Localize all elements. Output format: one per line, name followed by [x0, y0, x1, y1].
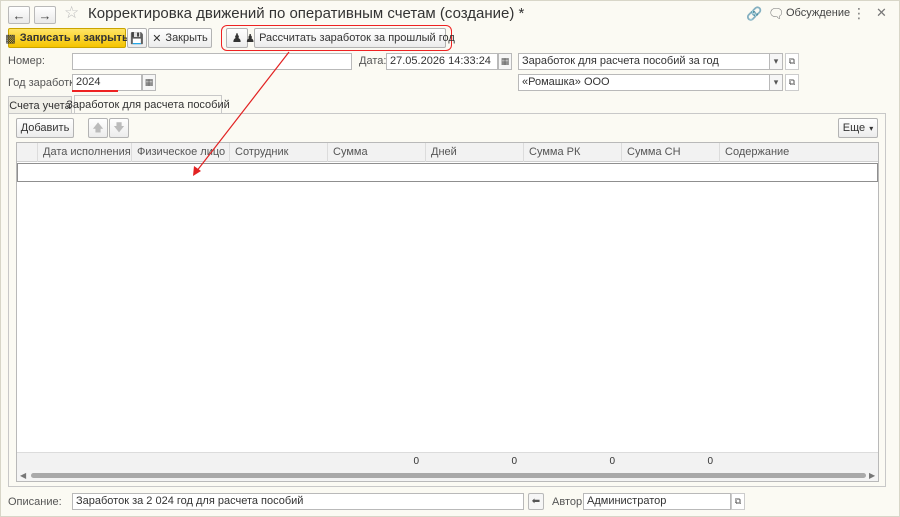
arrow-up-icon: 🡅 — [92, 121, 104, 134]
circle-arrow-left-icon: ⬅ — [531, 496, 541, 507]
move-down-button[interactable]: 🡇 — [109, 118, 129, 138]
scroll-thumb[interactable] — [31, 473, 866, 478]
year-picker-button[interactable]: ▦ — [142, 74, 156, 91]
person-icon: ♟ — [231, 31, 243, 45]
author-label: Автор: — [552, 496, 586, 508]
year-field[interactable]: 2024 — [72, 74, 142, 91]
close-window-icon[interactable]: ✕ — [876, 5, 887, 21]
page-title: Корректировка движений по оперативным сч… — [88, 5, 525, 22]
close-x-icon: ✕ — [152, 32, 162, 45]
calc-earnings-button[interactable]: ♟ Рассчитать заработок за прошлый год — [245, 28, 455, 48]
date-label: Дата: — [359, 55, 387, 67]
column-header[interactable]: Дней — [425, 143, 523, 162]
number-label: Номер: — [8, 55, 45, 67]
save-and-close-button[interactable]: ▩ Записать и закрыть — [5, 28, 129, 48]
column-header[interactable]: Сумма СН — [621, 143, 719, 162]
column-header[interactable]: Сумма РК — [523, 143, 621, 162]
earnings-table: Дата исполнения Физическое лицо Сотрудни… — [16, 142, 879, 482]
total-sum-sn: 0 — [707, 456, 713, 467]
forward-button[interactable]: → — [34, 6, 56, 24]
column-header[interactable]: Дата исполнения — [37, 143, 132, 162]
description-history-button[interactable]: ⬅ — [528, 493, 544, 510]
tab-accounts[interactable]: Счета учета — [8, 96, 72, 114]
year-underline-annotation — [72, 90, 118, 92]
arrow-down-icon: 🡇 — [113, 121, 125, 134]
favorite-star-icon[interactable]: ☆ — [64, 3, 79, 23]
column-header[interactable]: Содержание — [719, 143, 878, 162]
back-button[interactable]: ← — [8, 6, 30, 24]
more-button[interactable]: Еще ▾ — [838, 118, 878, 138]
horizontal-scrollbar[interactable]: ◀ ▶ — [17, 470, 878, 481]
table-totals: 0 0 0 0 — [17, 452, 878, 470]
table-row[interactable] — [17, 163, 878, 182]
calendar-icon: ▦ — [144, 77, 154, 87]
total-sum-rk: 0 — [609, 456, 615, 467]
tab-earnings[interactable]: Заработок для расчета пособий — [66, 95, 230, 114]
open-window-icon: ⧉ — [734, 496, 742, 506]
more-label: Еще — [842, 122, 866, 134]
author-open-button[interactable]: ⧉ — [731, 493, 745, 510]
close-label: Закрыть — [165, 32, 208, 44]
date-picker-button[interactable]: ▦ — [498, 53, 512, 70]
chevron-down-icon: ▾ — [869, 123, 874, 133]
operation-type-open-button[interactable]: ⧉ — [785, 53, 799, 70]
save-button[interactable]: 💾 — [127, 28, 147, 48]
arrow-left-icon: ← — [12, 7, 26, 23]
description-label: Описание: — [8, 496, 62, 508]
column-header[interactable]: Сумма — [327, 143, 425, 162]
operation-type-dropdown[interactable]: ▾ — [769, 53, 783, 70]
scroll-left-icon[interactable]: ◀ — [20, 470, 26, 481]
open-window-icon: ⧉ — [788, 56, 796, 66]
link-icon[interactable]: 🔗 — [746, 6, 762, 22]
discuss-icon[interactable]: 🗨 — [768, 6, 785, 22]
operation-type-select[interactable]: Заработок для расчета пособий за год — [518, 53, 770, 70]
total-sum: 0 — [413, 456, 419, 467]
number-field[interactable] — [72, 53, 352, 70]
chevron-down-icon: ▾ — [773, 77, 779, 87]
calc-earnings-label: Рассчитать заработок за прошлый год — [259, 32, 455, 44]
open-window-icon: ⧉ — [788, 77, 796, 87]
move-up-button[interactable]: 🡅 — [88, 118, 108, 138]
add-button[interactable]: Добавить — [16, 118, 74, 138]
calc-person-icon: ♟ — [245, 32, 256, 45]
organization-open-button[interactable]: ⧉ — [785, 74, 799, 91]
organization-select[interactable]: «Ромашка» ООО — [518, 74, 770, 91]
scroll-right-icon[interactable]: ▶ — [869, 470, 875, 481]
floppy-icon: 💾 — [130, 32, 144, 45]
description-field[interactable]: Заработок за 2 024 год для расчета пособ… — [72, 493, 524, 510]
save-close-icon: ▩ — [5, 32, 16, 45]
discuss-link[interactable]: Обсуждение — [786, 7, 850, 19]
organization-dropdown[interactable]: ▾ — [769, 74, 783, 91]
calendar-icon: ▦ — [500, 56, 510, 66]
author-field[interactable]: Администратор — [583, 493, 731, 510]
save-and-close-label: Записать и закрыть — [19, 32, 129, 44]
close-button[interactable]: ✕ Закрыть — [148, 28, 212, 48]
total-days: 0 — [511, 456, 517, 467]
more-menu-icon[interactable]: ⋮ — [852, 5, 866, 22]
table-header: Дата исполнения Физическое лицо Сотрудни… — [17, 143, 878, 162]
column-header[interactable]: Физическое лицо — [131, 143, 229, 162]
arrow-right-icon: → — [38, 7, 52, 23]
column-header[interactable]: Сотрудник — [229, 143, 327, 162]
date-field[interactable]: 27.05.2026 14:33:24 — [386, 53, 498, 70]
chevron-down-icon: ▾ — [773, 56, 779, 66]
